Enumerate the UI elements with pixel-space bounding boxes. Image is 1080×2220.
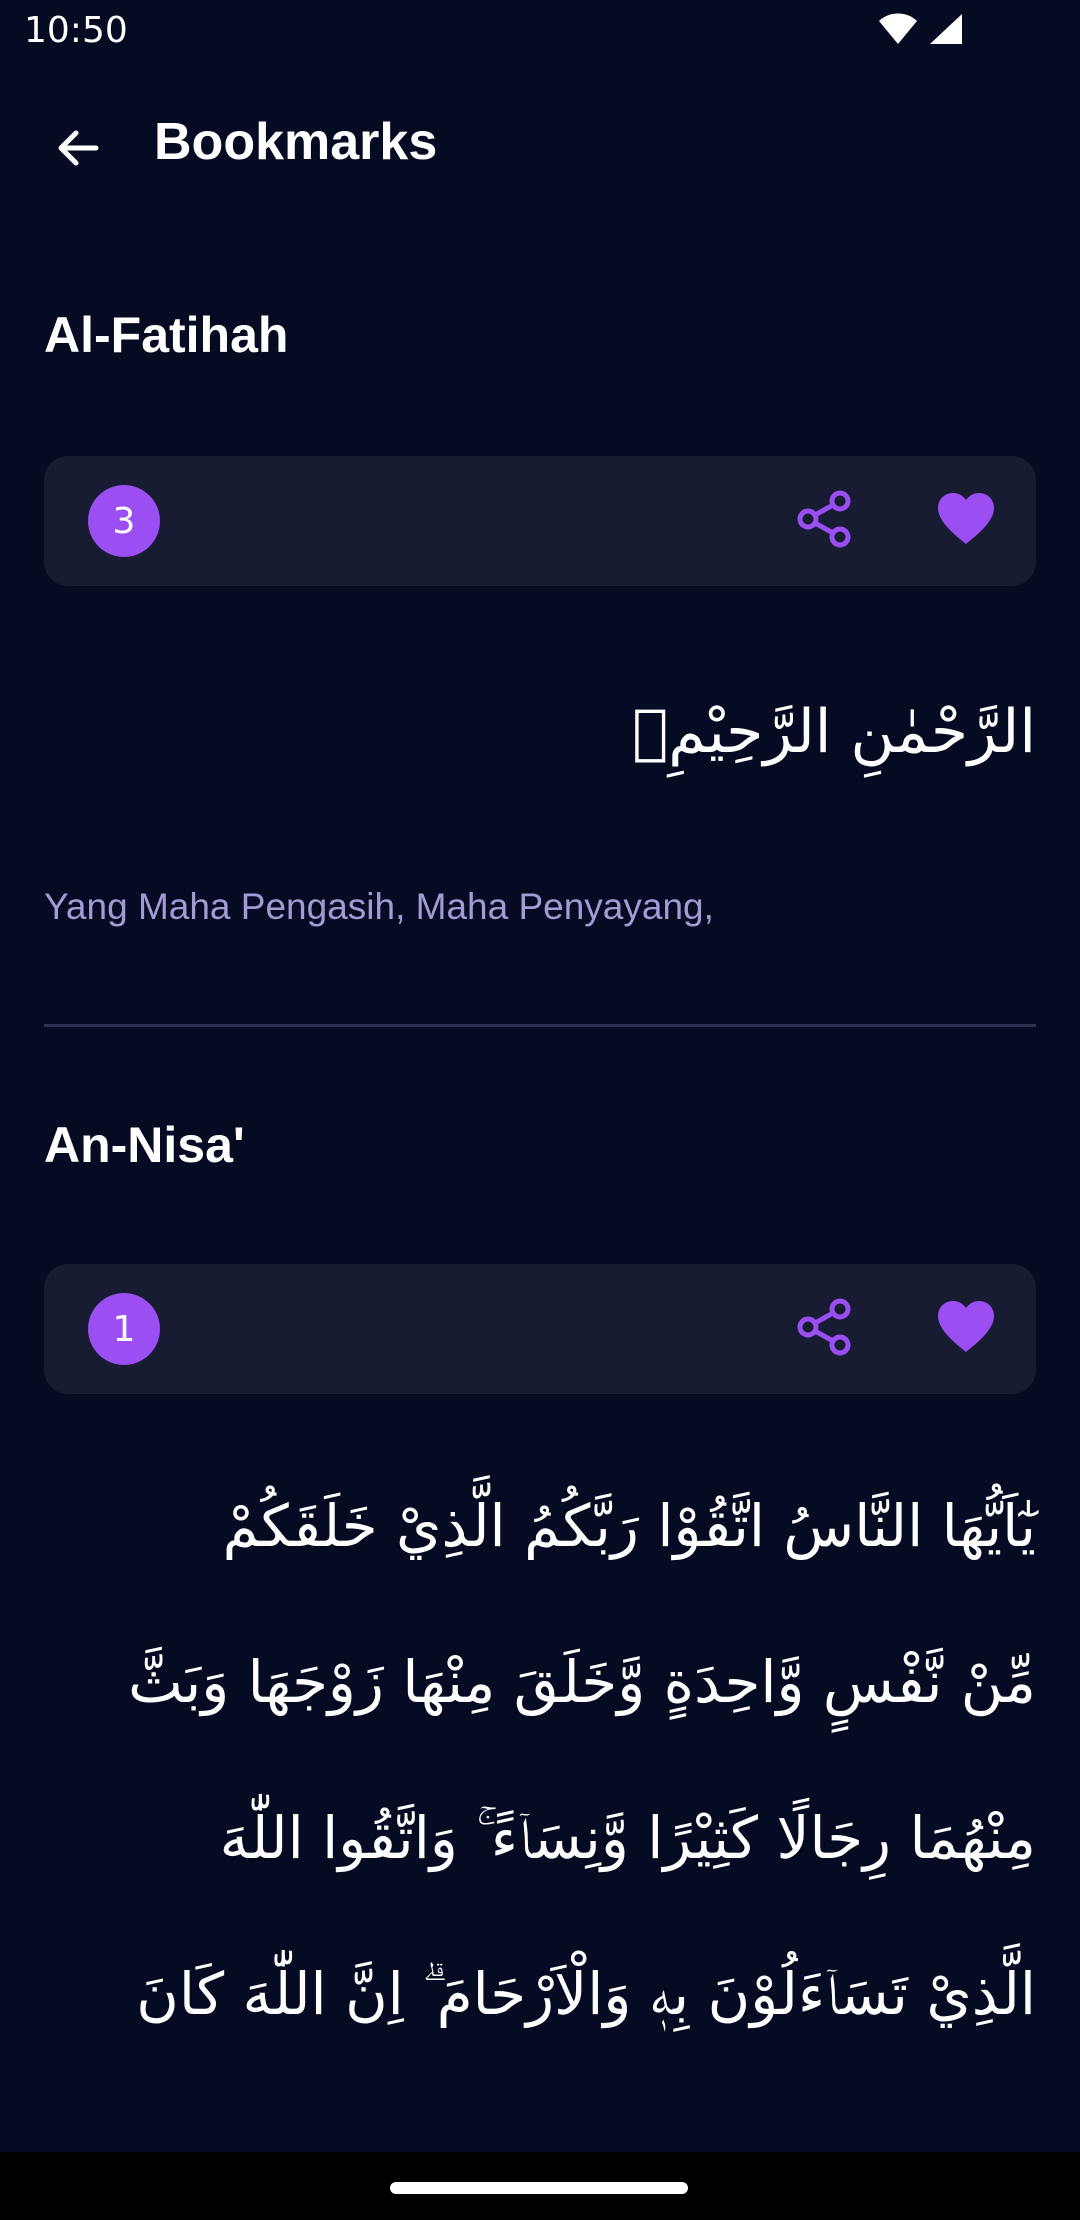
app-bar: Bookmarks	[0, 66, 1080, 222]
home-indicator[interactable]	[390, 2182, 688, 2194]
screen: 10:50 Bookmarks Al-Fatihah 3 الرَّحْمٰنِ…	[0, 0, 1080, 2220]
status-time: 10:50	[24, 10, 128, 51]
ayah-arabic-line: الَّذِيْ تَسَاۤءَلُوْنَ بِهٖ وَالْاَرْحَ…	[136, 1960, 1036, 2028]
ayah-number-badge: 1	[88, 1293, 160, 1365]
surah-name: Al-Fatihah	[44, 307, 289, 363]
ayah-number-badge: 3	[88, 485, 160, 557]
ayah-arabic-line: مِّنْ نَّفْسٍ وَّاحِدَةٍ وَّخَلَقَ مِنْه…	[128, 1648, 1036, 1716]
ayah-action-card: 3	[44, 456, 1036, 586]
signal-icon	[928, 12, 964, 51]
status-icons	[878, 12, 964, 51]
surah-name: An-Nisa'	[44, 1117, 245, 1173]
share-button[interactable]	[784, 1289, 864, 1369]
share-button[interactable]	[784, 481, 864, 561]
divider	[44, 1024, 1036, 1027]
ayah-action-card: 1	[44, 1264, 1036, 1394]
ayah-arabic-line: يٰٓاَيُّهَا النَّاسُ اتَّقُوْا رَبَّكُمُ…	[222, 1492, 1036, 1560]
ayah-arabic-text: الرَّحْمٰنِ الرَّحِيْمِۙ	[632, 697, 1036, 767]
ayah-arabic-line: مِنْهُمَا رِجَالًا كَثِيْرًا وَّنِسَاۤءً…	[219, 1804, 1036, 1872]
share-icon	[796, 1297, 852, 1362]
back-button[interactable]	[36, 108, 120, 192]
bookmark-list[interactable]: Al-Fatihah 3 الرَّحْمٰنِ الرَّحِيْمِۙ Ya…	[0, 222, 1080, 2152]
status-bar: 10:50	[0, 0, 1080, 66]
favorite-button[interactable]	[926, 1289, 1006, 1369]
favorite-button[interactable]	[926, 481, 1006, 561]
wifi-icon	[878, 12, 918, 51]
navigation-bar	[0, 2152, 1080, 2220]
heart-icon	[936, 1300, 996, 1359]
share-icon	[796, 489, 852, 554]
arrow-left-icon	[52, 122, 104, 179]
heart-icon	[936, 492, 996, 551]
page-title: Bookmarks	[154, 113, 438, 171]
ayah-translation: Yang Maha Pengasih, Maha Penyayang,	[44, 886, 714, 927]
bookmark-item: An-Nisa' 1 يٰٓاَيُّهَا النَّاسُ اتَّقُوْ…	[0, 1028, 1080, 2152]
bookmark-item: Al-Fatihah 3 الرَّحْمٰنِ الرَّحِيْمِۙ Ya…	[0, 222, 1080, 1028]
